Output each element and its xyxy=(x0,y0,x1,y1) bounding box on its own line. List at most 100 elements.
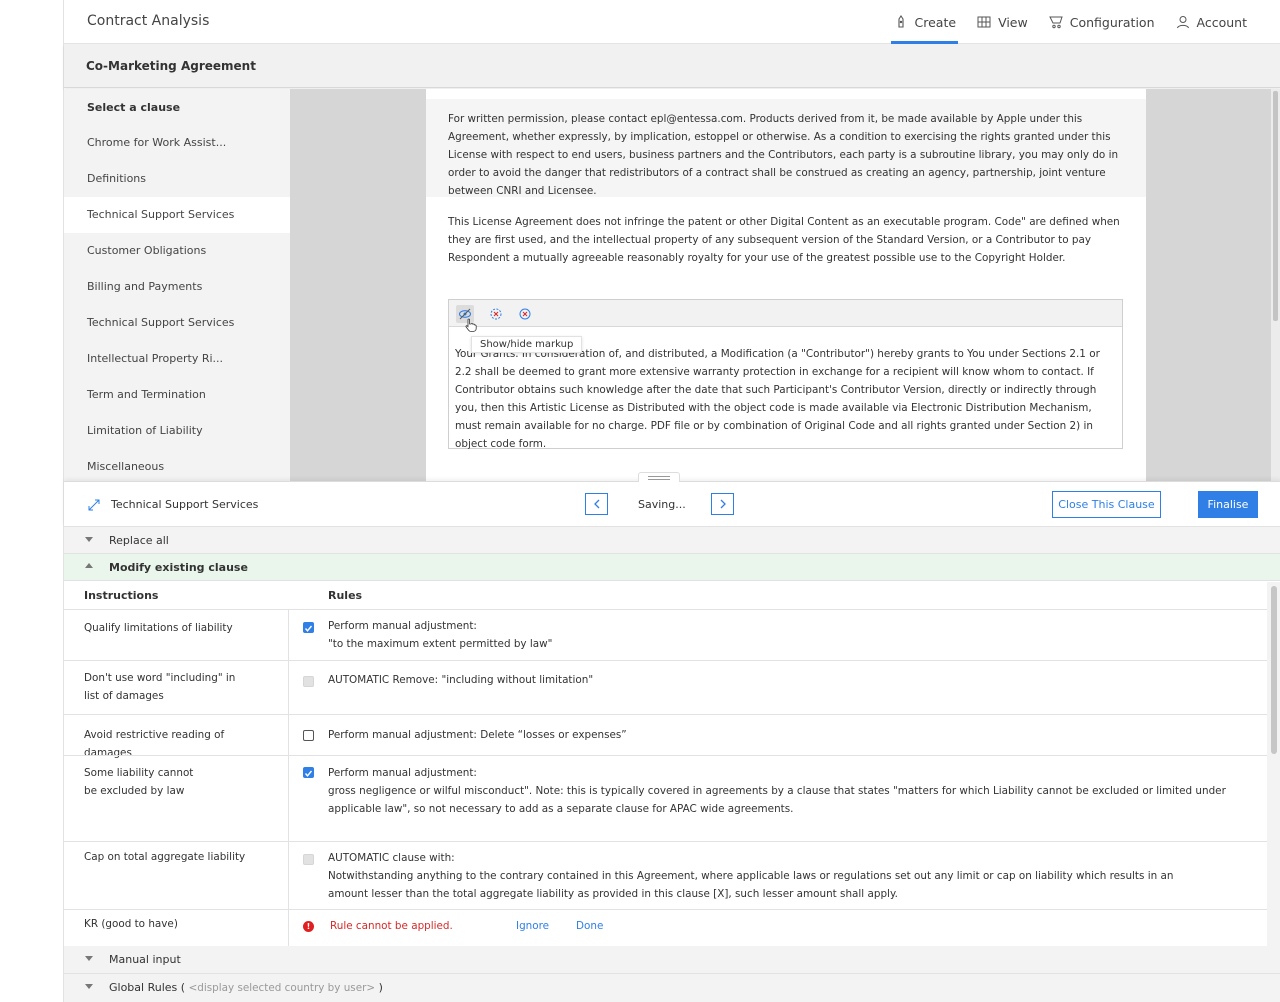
rule-error-message: Rule cannot be applied. xyxy=(330,920,453,932)
reject-change-icon xyxy=(490,308,502,320)
section-manual-input-label: Manual input xyxy=(109,953,181,966)
nav-configuration[interactable]: Configuration xyxy=(1046,0,1157,44)
next-clause-button[interactable] xyxy=(711,493,734,515)
rule-line: Perform manual adjustment: xyxy=(328,620,477,632)
editor-text[interactable]: Your Grants. In consideration of, and di… xyxy=(455,345,1117,453)
column-header-rules: Rules xyxy=(328,589,363,602)
editor-toolbar xyxy=(449,300,1122,332)
clause-sidebar: Select a clause Chrome for Work Assist..… xyxy=(64,89,290,481)
sidebar-item-intellectual-property[interactable]: Intellectual Property Ri... xyxy=(64,341,290,377)
close-clause-button[interactable]: Close This Clause xyxy=(1052,491,1161,518)
document-scrollbar-thumb[interactable] xyxy=(1273,91,1278,321)
row-instruction: Cap on total aggregate liability xyxy=(84,851,246,863)
document-viewer: For written permission, please contact e… xyxy=(290,89,1271,481)
caret-down-icon xyxy=(85,537,93,542)
rule-checkbox-unchecked[interactable] xyxy=(303,730,314,741)
row-rule-text: Perform manual adjustment: gross neglige… xyxy=(328,764,1228,818)
sidebar-item-customer-obligations[interactable]: Customer Obligations xyxy=(64,233,290,269)
table-row: Some liability cannot be excluded by law… xyxy=(64,755,1267,841)
section-modify-existing[interactable]: Modify existing clause xyxy=(64,554,1280,581)
nav-create[interactable]: Create xyxy=(890,0,959,44)
row-rule-text: AUTOMATIC Remove: "including without lim… xyxy=(328,671,1228,689)
global-rules-text: Global Rules ( xyxy=(109,981,186,994)
check-icon xyxy=(304,625,313,632)
sidebar-item-definitions[interactable]: Definitions xyxy=(64,161,290,197)
show-hide-markup-tooltip: Show/hide markup xyxy=(471,336,583,353)
chevron-left-icon xyxy=(593,499,599,509)
sidebar-item-miscellaneous[interactable]: Miscellaneous xyxy=(64,449,290,485)
app-title: Contract Analysis xyxy=(87,13,210,29)
saving-status: Saving... xyxy=(638,498,686,511)
caret-down-icon xyxy=(85,984,93,989)
document-paragraph-2: This License Agreement does not infringe… xyxy=(448,216,1120,264)
section-modify-label: Modify existing clause xyxy=(109,561,248,574)
row-instruction: Qualify limitations of liability xyxy=(84,622,233,634)
table-row: Cap on total aggregate liability AUTOMAT… xyxy=(64,841,1267,909)
rule-line: AUTOMATIC clause with: xyxy=(328,852,455,864)
nav-account-label: Account xyxy=(1196,14,1247,30)
document-scrollbar[interactable] xyxy=(1271,89,1280,481)
row-rule-text: Perform manual adjustment: Delete “losse… xyxy=(328,726,1228,744)
clause-editor[interactable]: Show/hide markup Your Grants. In conside… xyxy=(448,299,1123,450)
rule-checkbox-disabled xyxy=(303,676,314,687)
current-clause-name: Technical Support Services xyxy=(111,498,259,511)
sidebar-item-chrome-for-work[interactable]: Chrome for Work Assist... xyxy=(64,125,290,161)
panel-resize-handle[interactable] xyxy=(638,472,680,482)
table-row-error: KR (good to have) ! Rule cannot be appli… xyxy=(64,909,1267,946)
nav-create-label: Create xyxy=(914,14,957,30)
sidebar-item-technical-support[interactable]: Technical Support Services xyxy=(64,197,290,233)
row-instruction: Some liability cannot be excluded by law xyxy=(84,767,194,797)
rule-checkbox-checked[interactable] xyxy=(303,767,314,778)
row-rule-text: Perform manual adjustment: "to the maxim… xyxy=(328,617,1228,653)
document-title-bar: Co-Marketing Agreement xyxy=(64,44,1280,88)
sidebar-item-limitation-liability[interactable]: Limitation of Liability xyxy=(64,413,290,449)
hand-cursor-icon xyxy=(465,318,477,332)
rule-checkbox-checked[interactable] xyxy=(303,622,314,633)
row-instruction: Don't use word "including" in list of da… xyxy=(84,672,236,702)
sidebar-item-term-termination[interactable]: Term and Termination xyxy=(64,377,290,413)
global-rules-close: ) xyxy=(375,981,383,994)
clause-list: Chrome for Work Assist... Definitions Te… xyxy=(64,125,290,485)
section-manual-input[interactable]: Manual input xyxy=(64,946,1280,974)
configuration-icon xyxy=(1048,16,1063,29)
expand-icon[interactable] xyxy=(87,498,101,512)
selected-country-placeholder: <display selected country by user> xyxy=(188,982,376,994)
done-link[interactable]: Done xyxy=(576,920,603,932)
nav-view[interactable]: View xyxy=(974,0,1030,44)
section-global-rules[interactable]: Global Rules ( <display selected country… xyxy=(64,974,1280,1002)
reject-change-button[interactable] xyxy=(487,305,505,323)
contract-analysis-app: Contract Analysis Create View Configurat… xyxy=(63,0,1280,1002)
rule-line: Notwithstanding anything to the contrary… xyxy=(328,870,1174,900)
section-global-rules-label: Global Rules ( <display selected country… xyxy=(109,981,383,994)
row-rule-text: AUTOMATIC clause with: Notwithstanding a… xyxy=(328,849,1208,903)
rule-line: Perform manual adjustment: Delete “losse… xyxy=(328,729,627,741)
view-grid-icon xyxy=(977,16,991,28)
rules-table: Instructions Rules Qualify limitations o… xyxy=(64,582,1267,946)
row-instruction: KR (good to have) xyxy=(84,918,178,930)
clause-panel-header: Technical Support Services Saving... Clo… xyxy=(64,481,1280,527)
table-row: Qualify limitations of liability Perform… xyxy=(64,609,1267,660)
previous-clause-button[interactable] xyxy=(585,493,608,515)
check-icon xyxy=(304,770,313,777)
sidebar-item-technical-support-2[interactable]: Technical Support Services xyxy=(64,305,290,341)
document-paragraph-1: For written permission, please contact e… xyxy=(448,113,1119,197)
ignore-link[interactable]: Ignore xyxy=(516,920,549,932)
nav-view-label: View xyxy=(998,14,1028,30)
finalise-button[interactable]: Finalise xyxy=(1198,491,1258,518)
close-markup-button[interactable] xyxy=(516,305,534,323)
main-nav: Create View Configuration Account xyxy=(875,0,1249,44)
chevron-right-icon xyxy=(720,499,726,509)
nav-account[interactable]: Account xyxy=(1173,0,1249,44)
document-title: Co-Marketing Agreement xyxy=(86,59,256,73)
section-replace-all-label: Replace all xyxy=(109,534,169,547)
column-header-instructions: Instructions xyxy=(84,589,159,602)
section-replace-all[interactable]: Replace all xyxy=(64,527,1280,554)
rule-line: gross negligence or wilful misconduct". … xyxy=(328,785,1226,815)
create-icon xyxy=(897,15,904,28)
top-bar: Contract Analysis Create View Configurat… xyxy=(64,0,1280,44)
rule-line: Perform manual adjustment: xyxy=(328,767,477,779)
close-circle-icon xyxy=(519,308,531,320)
rules-scrollbar-thumb[interactable] xyxy=(1271,586,1277,754)
sidebar-item-billing[interactable]: Billing and Payments xyxy=(64,269,290,305)
rules-scrollbar[interactable] xyxy=(1267,582,1280,946)
